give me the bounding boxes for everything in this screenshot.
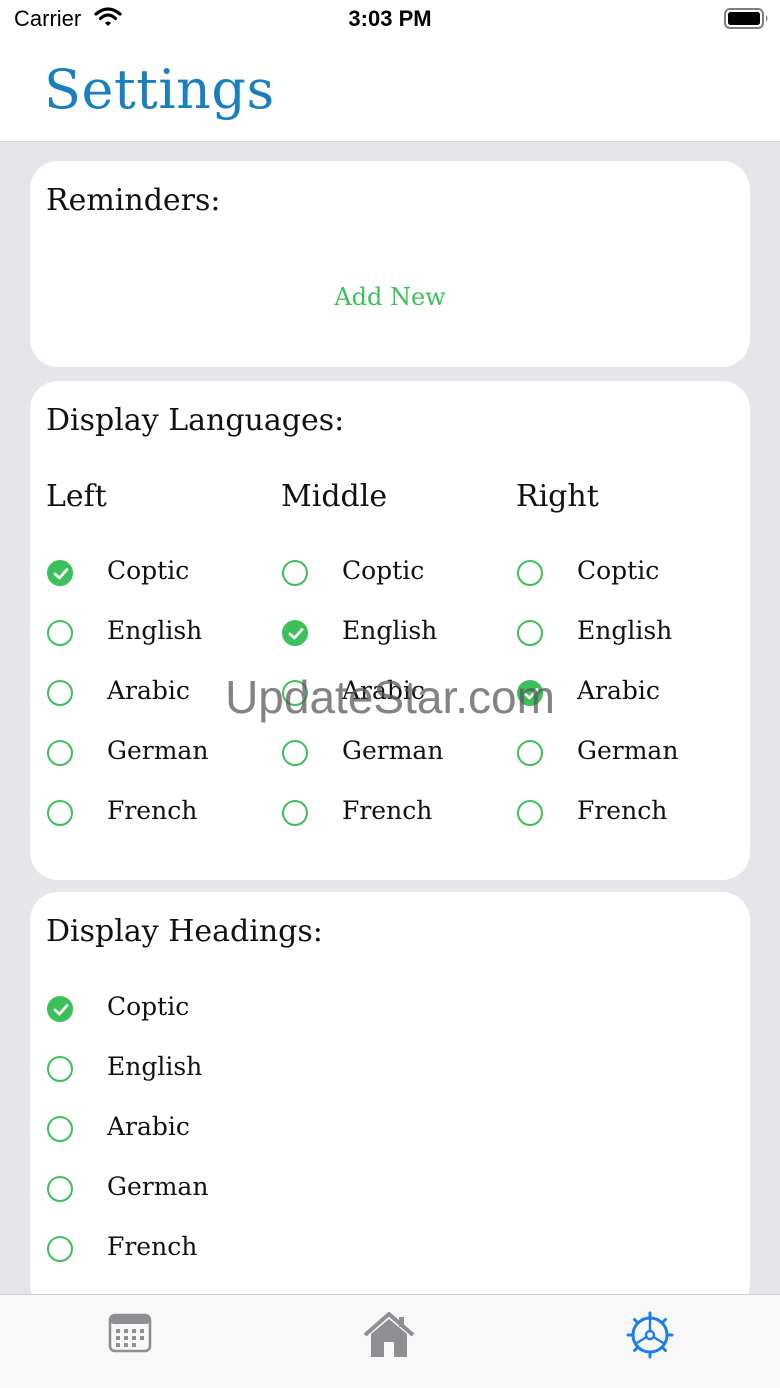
radio-unchecked-icon[interactable] — [47, 1176, 73, 1202]
option-label: Arabic — [342, 676, 425, 705]
page-title: Settings — [44, 58, 275, 121]
option-label: French — [577, 796, 668, 825]
option-label: French — [342, 796, 433, 825]
option-label: German — [342, 736, 444, 765]
radio-unchecked-icon[interactable] — [47, 620, 73, 646]
radio-checked-icon[interactable] — [47, 996, 73, 1022]
radio-checked-icon[interactable] — [47, 560, 73, 586]
radio-unchecked-icon[interactable] — [517, 560, 543, 586]
reminders-card: Reminders: Add New — [30, 161, 750, 367]
status-bar: Carrier 3:03 PM — [0, 0, 780, 40]
radio-unchecked-icon[interactable] — [517, 740, 543, 766]
reminders-title: Reminders: — [46, 183, 221, 218]
option-label: Arabic — [577, 676, 660, 705]
nav-bar: Settings — [0, 40, 780, 142]
option-label: Coptic — [107, 556, 190, 585]
radio-unchecked-icon[interactable] — [282, 800, 308, 826]
tab-calendar[interactable] — [100, 1309, 160, 1359]
display-languages-card: Display Languages: Left Coptic English Arab… — [30, 381, 750, 880]
display-headings-card: Display Headings: Coptic English Arabic Ger… — [30, 892, 750, 1312]
option-label: German — [107, 736, 209, 765]
radio-checked-icon[interactable] — [282, 620, 308, 646]
radio-unchecked-icon[interactable] — [47, 680, 73, 706]
option-label: English — [577, 616, 673, 645]
column-header-right: Right — [516, 479, 599, 514]
clock: 3:03 PM — [348, 6, 432, 31]
radio-unchecked-icon[interactable] — [47, 1056, 73, 1082]
home-icon — [359, 1312, 419, 1363]
display-headings-title: Display Headings: — [46, 914, 323, 949]
option-label: English — [342, 616, 438, 645]
option-label: Arabic — [107, 676, 190, 705]
radio-unchecked-icon[interactable] — [47, 800, 73, 826]
tab-home[interactable] — [359, 1309, 419, 1359]
option-label: German — [107, 1172, 209, 1201]
radio-checked-icon[interactable] — [517, 680, 543, 706]
display-languages-title: Display Languages: — [46, 403, 345, 438]
option-label: Coptic — [107, 992, 190, 1021]
option-label: Arabic — [107, 1112, 190, 1141]
battery-icon — [724, 8, 770, 35]
option-label: French — [107, 796, 198, 825]
radio-unchecked-icon[interactable] — [517, 620, 543, 646]
option-label: Coptic — [342, 556, 425, 585]
tab-settings[interactable] — [620, 1309, 680, 1359]
column-header-left: Left — [46, 479, 107, 514]
option-label: French — [107, 1232, 198, 1261]
settings-wheel-icon — [620, 1311, 680, 1363]
add-new-reminder-button[interactable]: Add New — [30, 283, 750, 311]
radio-unchecked-icon[interactable] — [47, 740, 73, 766]
radio-unchecked-icon[interactable] — [282, 560, 308, 586]
radio-unchecked-icon[interactable] — [47, 1236, 73, 1262]
column-header-middle: Middle — [281, 479, 388, 514]
radio-unchecked-icon[interactable] — [47, 1116, 73, 1142]
tab-bar — [0, 1294, 780, 1388]
radio-unchecked-icon[interactable] — [517, 800, 543, 826]
option-label: German — [577, 736, 679, 765]
option-label: Coptic — [577, 556, 660, 585]
option-label: English — [107, 1052, 203, 1081]
radio-unchecked-icon[interactable] — [282, 680, 308, 706]
calendar-icon — [100, 1313, 160, 1363]
radio-unchecked-icon[interactable] — [282, 740, 308, 766]
option-label: English — [107, 616, 203, 645]
